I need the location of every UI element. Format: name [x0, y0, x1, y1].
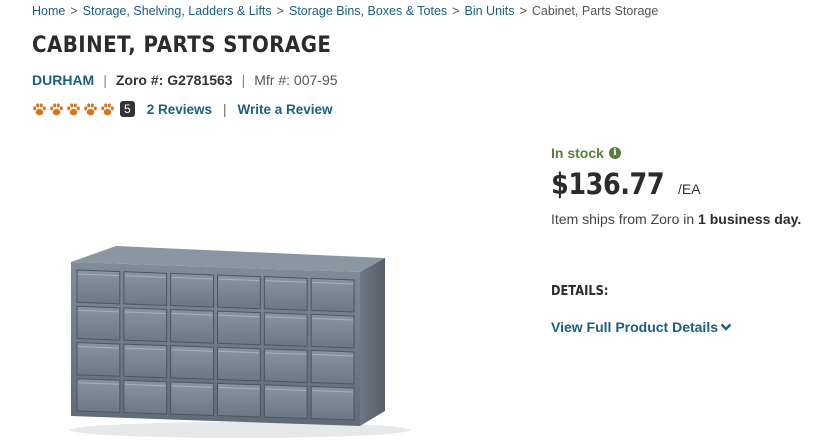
shipping-text: Item ships from Zoro in	[551, 211, 695, 227]
price: $136.77	[551, 167, 665, 201]
brand-link[interactable]: DURHAM	[32, 72, 94, 88]
parts-cabinet-image	[70, 246, 410, 438]
paw-star-icon	[50, 102, 63, 115]
rating-stars	[32, 102, 115, 117]
breadcrumb: Home > Storage, Shelving, Ladders & Lifts >…	[32, 4, 658, 18]
stock-status-text: In stock	[551, 145, 604, 161]
shipping-info: Item ships from Zoro in 1 business day.	[551, 211, 801, 227]
breadcrumb-current: Cabinet, Parts Storage	[531, 4, 659, 18]
breadcrumb-storage-shelving[interactable]: Storage, Shelving, Ladders & Lifts	[83, 4, 272, 18]
details-heading: DETAILS:	[551, 284, 609, 299]
write-review-link[interactable]: Write a Review	[238, 102, 333, 117]
price-block: $136.77 /EA	[551, 167, 701, 201]
rating-divider: |	[222, 101, 227, 117]
price-unit: /EA	[678, 181, 701, 197]
paw-star-icon	[67, 102, 80, 115]
mfr-number: 007-95	[293, 72, 338, 88]
info-icon[interactable]: i	[608, 147, 621, 159]
breadcrumb-separator: >	[276, 4, 284, 18]
product-meta: DURHAM | Zoro #: G2781563 | Mfr #: 007-95	[32, 72, 338, 88]
breadcrumb-separator: >	[452, 4, 460, 18]
breadcrumb-home[interactable]: Home	[32, 4, 65, 18]
chevron-down-icon	[720, 323, 732, 331]
breadcrumb-separator: >	[519, 4, 527, 18]
paw-star-icon	[33, 102, 46, 115]
breadcrumb-separator: >	[70, 4, 78, 18]
breadcrumb-bin-units[interactable]: Bin Units	[465, 4, 515, 18]
meta-divider: |	[241, 72, 246, 88]
product-title: CABINET, PARTS STORAGE	[32, 33, 332, 58]
paw-star-icon	[101, 102, 114, 115]
breadcrumb-storage-bins[interactable]: Storage Bins, Boxes & Totes	[289, 4, 447, 18]
stock-status: In stock i	[551, 145, 621, 161]
meta-divider: |	[103, 72, 107, 88]
rating-row: 5 2 Reviews | Write a Review	[32, 98, 333, 120]
product-image[interactable]	[60, 238, 420, 448]
mfr-number-label: Mfr #:	[254, 72, 291, 88]
view-full-details-label: View Full Product Details	[551, 319, 719, 335]
zoro-number: G2781563	[167, 72, 233, 88]
rating-score-badge: 5	[120, 101, 135, 117]
zoro-number-label: Zoro #:	[115, 72, 164, 88]
reviews-link[interactable]: 2 Reviews	[147, 102, 212, 117]
cabinet-side	[360, 258, 385, 426]
shipping-time: 1 business day.	[698, 211, 802, 227]
paw-star-icon	[84, 102, 97, 115]
view-full-details-link[interactable]: View Full Product Details	[551, 319, 732, 335]
